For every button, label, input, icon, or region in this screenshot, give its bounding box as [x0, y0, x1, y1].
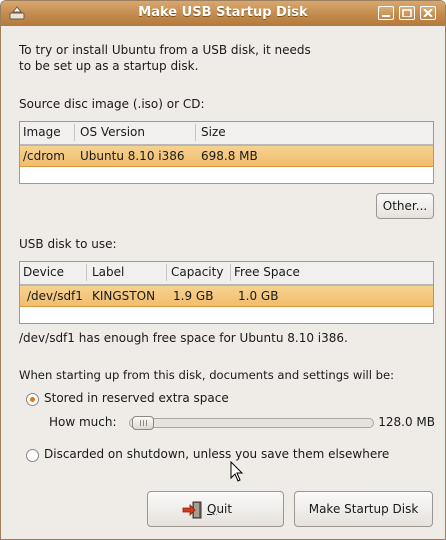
minimize-button[interactable]	[378, 6, 394, 20]
source-table[interactable]: Image OS Version Size /cdrom Ubuntu 8.10…	[19, 121, 434, 184]
table-row[interactable]: /cdrom Ubuntu 8.10 i386 698.8 MB	[20, 145, 433, 167]
make-startup-disk-button[interactable]: Make Startup Disk	[294, 491, 433, 527]
cell-image: /cdrom	[23, 149, 65, 163]
slider-handle[interactable]	[132, 416, 154, 430]
title-bar[interactable]: Make USB Startup Disk	[1, 1, 445, 26]
mouse-pointer-icon	[230, 460, 244, 486]
usb-table-header: Device Label Capacity Free Space	[20, 262, 433, 285]
column-header-image[interactable]: Image	[23, 125, 61, 139]
how-much-label: How much:	[49, 415, 117, 429]
source-table-header: Image OS Version Size	[20, 122, 433, 145]
radio-indicator	[30, 397, 35, 402]
column-divider	[86, 264, 87, 281]
column-header-device[interactable]: Device	[23, 265, 64, 279]
table-row[interactable]: /dev/sdf1 KINGSTON 1.9 GB 1.0 GB	[20, 285, 433, 307]
usb-label: USB disk to use:	[19, 237, 117, 251]
radio-button-checked[interactable]	[26, 393, 39, 406]
cell-size: 698.8 MB	[201, 149, 258, 163]
cell-capacity: 1.9 GB	[173, 289, 214, 303]
source-label: Source disc image (.iso) or CD:	[19, 97, 205, 111]
exit-icon	[182, 501, 204, 522]
column-header-free-space[interactable]: Free Space	[234, 265, 300, 279]
discarded-radio-label: Discarded on shutdown, unless you save t…	[44, 447, 390, 461]
cell-os-version: Ubuntu 8.10 i386	[80, 149, 185, 163]
radio-button-unchecked[interactable]	[26, 449, 39, 462]
column-divider	[74, 124, 75, 141]
intro-line-2: to be set up as a startup disk.	[19, 59, 199, 73]
how-much-value: 128.0 MB	[378, 415, 435, 429]
close-button[interactable]	[420, 6, 436, 20]
options-heading: When starting up from this disk, documen…	[19, 368, 395, 382]
quit-button-label: Quit	[207, 502, 232, 516]
slider-grip-line	[143, 420, 144, 426]
column-header-label[interactable]: Label	[92, 265, 124, 279]
discarded-radio[interactable]: Discarded on shutdown, unless you save t…	[26, 446, 426, 464]
slider-grip-line	[146, 420, 147, 426]
column-divider	[230, 264, 231, 281]
quit-label-rest: uit	[216, 502, 233, 516]
intro-line-1: To try or install Ubuntu from a USB disk…	[19, 43, 311, 57]
usb-status-text: /dev/sdf1 has enough free space for Ubun…	[19, 331, 348, 345]
usb-table[interactable]: Device Label Capacity Free Space /dev/sd…	[19, 261, 434, 324]
quit-button[interactable]: Quit	[147, 491, 284, 527]
maximize-button[interactable]	[399, 6, 415, 20]
other-button[interactable]: Other...	[376, 193, 434, 219]
column-header-capacity[interactable]: Capacity	[171, 265, 223, 279]
cell-label: KINGSTON	[92, 289, 156, 303]
app-window: Make USB Startup Disk To try or install …	[0, 0, 446, 540]
column-divider	[166, 264, 167, 281]
column-header-os-version[interactable]: OS Version	[80, 125, 145, 139]
cell-device: /dev/sdf1	[27, 289, 83, 303]
stored-radio-label: Stored in reserved extra space	[44, 391, 229, 405]
column-header-size[interactable]: Size	[201, 125, 226, 139]
column-divider	[195, 124, 196, 141]
stored-radio[interactable]: Stored in reserved extra space	[26, 390, 306, 408]
intro-text: To try or install Ubuntu from a USB disk…	[19, 42, 311, 74]
cell-free-space: 1.0 GB	[238, 289, 279, 303]
space-slider[interactable]	[129, 416, 374, 430]
slider-grip-line	[140, 420, 141, 426]
